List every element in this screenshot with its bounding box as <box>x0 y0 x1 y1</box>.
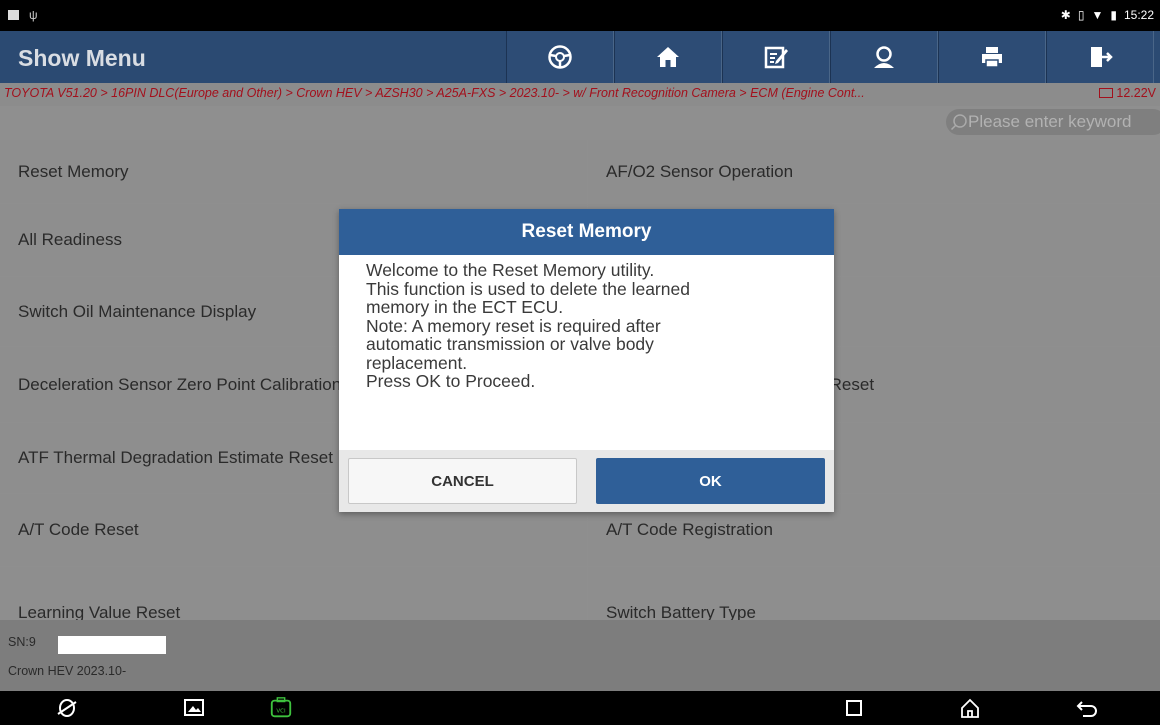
serial-number-redaction <box>58 636 166 654</box>
serial-number-label: SN:9 <box>8 635 36 649</box>
ok-button[interactable]: OK <box>596 458 825 504</box>
status-bar: ψ ✱ ▯ ▼ ▮ 15:22 <box>0 0 1160 31</box>
car-battery-icon <box>1099 88 1114 98</box>
exit-icon <box>1091 47 1113 67</box>
notification-icon <box>8 10 19 20</box>
svg-text:VCI: VCI <box>276 709 286 715</box>
search-bar <box>0 106 1160 139</box>
vehicle-info: Crown HEV 2023.10- <box>8 664 127 678</box>
exit-button[interactable] <box>1046 31 1154 83</box>
dialog-line: Welcome to the Reset Memory utility. <box>366 260 655 280</box>
recents-icon[interactable] <box>842 697 866 719</box>
home-button[interactable] <box>614 31 722 83</box>
dialog-actions: CANCEL OK <box>339 450 834 512</box>
search-input[interactable] <box>968 112 1158 132</box>
breadcrumb-bar: TOYOTA V51.20 > 16PIN DLC(Europe and Oth… <box>0 83 1160 106</box>
page-title: Show Menu <box>18 45 146 71</box>
support-button[interactable] <box>830 31 938 83</box>
steering-wheel-icon <box>548 45 572 69</box>
voltage-value: 12.22V <box>1116 86 1156 100</box>
footer-info: SN:9 Crown HEV 2023.10- <box>0 620 1160 691</box>
menu-item-reset-memory[interactable]: Reset Memory <box>0 140 587 203</box>
back-icon[interactable] <box>1075 697 1099 719</box>
navigation-bar: VCI <box>0 691 1160 725</box>
dialog-line: memory in the ECT ECU. <box>366 297 564 317</box>
dialog-line: Press OK to Proceed. <box>366 371 536 391</box>
vci-icon[interactable]: VCI <box>269 697 293 719</box>
reset-memory-dialog: Reset Memory Welcome to the Reset Memory… <box>339 209 834 512</box>
dialog-message: Welcome to the Reset Memory utility. Thi… <box>339 255 834 391</box>
dialog-line: automatic transmission or valve body <box>366 334 654 354</box>
voltage-indicator: 12.22V <box>1099 86 1156 100</box>
dialog-line: Note: A memory reset is required after <box>366 315 661 336</box>
search-icon <box>950 114 967 131</box>
toolbar <box>506 31 1154 83</box>
steering-wheel-button[interactable] <box>506 31 614 83</box>
bluetooth-icon: ✱ <box>1060 8 1071 22</box>
wifi-icon: ▼ <box>1091 8 1104 22</box>
cancel-button[interactable]: CANCEL <box>348 458 577 504</box>
app-window: ψ ✱ ▯ ▼ ▮ 15:22 Show Menu TOYOTA V51.20 … <box>0 0 1160 725</box>
browser-icon[interactable] <box>55 697 79 719</box>
edit-report-icon <box>764 46 788 69</box>
battery-icon: ▮ <box>1110 8 1117 22</box>
breadcrumb: TOYOTA V51.20 > 16PIN DLC(Europe and Oth… <box>4 86 865 100</box>
clock: 15:22 <box>1123 8 1154 22</box>
usb-icon: ψ <box>29 8 38 22</box>
dialog-line: replacement. <box>366 352 468 373</box>
edit-report-button[interactable] <box>722 31 830 83</box>
search-box[interactable] <box>946 109 1160 135</box>
print-icon <box>982 47 1002 68</box>
print-button[interactable] <box>938 31 1046 83</box>
dialog-title: Reset Memory <box>339 209 834 255</box>
home-icon <box>657 47 679 67</box>
gallery-icon[interactable] <box>182 697 206 719</box>
menu-item-af-o2-sensor-operation[interactable]: AF/O2 Sensor Operation <box>588 140 1160 203</box>
vibrate-icon: ▯ <box>1077 8 1085 22</box>
dialog-line: This function is used to delete the lear… <box>366 278 690 299</box>
home-nav-icon[interactable] <box>958 697 982 719</box>
header-bar: Show Menu <box>0 31 1160 83</box>
support-icon <box>874 46 894 68</box>
